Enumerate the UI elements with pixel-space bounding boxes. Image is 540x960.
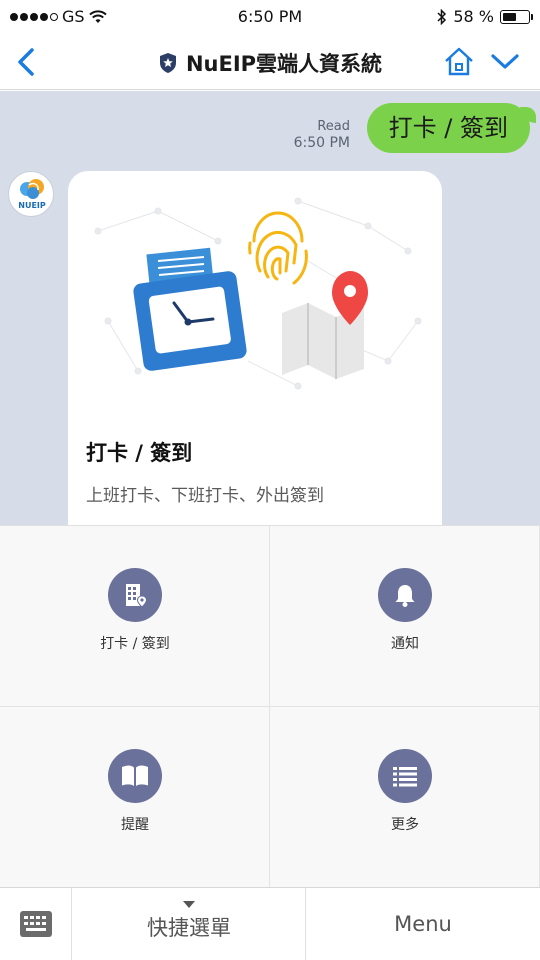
menu-label: Menu [394, 912, 452, 936]
battery-icon [500, 9, 533, 24]
bluetooth-icon [437, 8, 447, 25]
chat-area[interactable]: Read 6:50 PM 打卡 / 簽到 NUEIP 打卡 / 簽到 上班打卡、… [0, 91, 540, 525]
battery-percent: 58 % [453, 7, 494, 26]
home-button[interactable] [442, 45, 476, 79]
battery-fill [503, 12, 517, 21]
book-icon [108, 749, 162, 803]
bottom-bar: 快捷選單 Menu [0, 887, 540, 960]
rich-menu-label: 打卡 / 簽到 [100, 636, 170, 652]
message-time: 6:50 PM [293, 135, 350, 151]
rich-menu-item-reminder[interactable]: 提醒 [0, 707, 270, 888]
list-icon [378, 749, 432, 803]
status-right: 58 % [437, 7, 533, 26]
rich-menu-label: 通知 [391, 636, 419, 652]
user-message-bubble: 打卡 / 簽到 [366, 103, 537, 153]
home-icon [445, 47, 473, 76]
avatar[interactable]: NUEIP [8, 171, 54, 217]
nueip-logo-icon: NUEIP [18, 179, 46, 210]
read-receipt: Read 6:50 PM [294, 118, 350, 152]
rich-menu-label: 提醒 [121, 817, 149, 833]
shield-star-icon [159, 53, 176, 73]
nav-bar: NuEIP雲端人資系統 [0, 34, 540, 90]
collapse-button[interactable] [488, 48, 522, 76]
time-clock-icon [133, 247, 247, 371]
status-bar: GS 6:50 PM 58 % [0, 0, 540, 34]
bell-icon [378, 568, 432, 622]
message-card[interactable]: 打卡 / 簽到 上班打卡、下班打卡、外出簽到 [68, 171, 442, 525]
chevron-down-icon [491, 54, 519, 69]
card-title: 打卡 / 簽到 [86, 441, 193, 465]
page-title-text: NuEIP雲端人資系統 [185, 52, 383, 76]
card-description: 上班打卡、下班打卡、外出簽到 [86, 486, 324, 506]
menu-button[interactable]: Menu [306, 888, 540, 960]
quick-menu-toggle[interactable]: 快捷選單 [72, 888, 306, 960]
rich-menu-label: 更多 [391, 817, 419, 833]
card-illustration [94, 197, 422, 390]
fingerprint-icon [248, 211, 308, 285]
rich-menu: 打卡 / 簽到 通知 提醒 更多 [0, 525, 540, 888]
quick-menu-label: 快捷選單 [147, 916, 231, 940]
avatar-text: NUEIP [18, 201, 46, 210]
rich-menu-item-notify[interactable]: 通知 [270, 526, 540, 707]
map-pin-icon [282, 271, 368, 379]
building-pin-icon [108, 568, 162, 622]
keyboard-icon [20, 911, 52, 937]
rich-menu-item-more[interactable]: 更多 [270, 707, 540, 888]
rich-menu-item-checkin[interactable]: 打卡 / 簽到 [0, 526, 270, 707]
read-label: Read [317, 119, 350, 134]
keyboard-button[interactable] [0, 888, 72, 960]
